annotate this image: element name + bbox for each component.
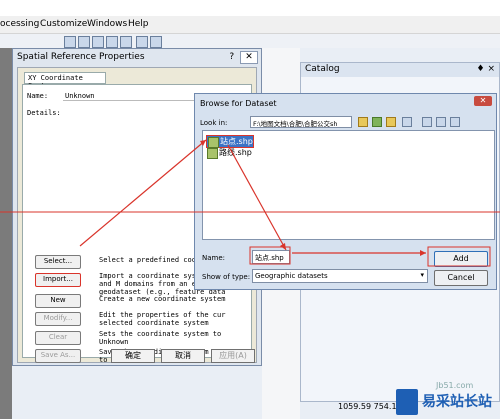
name-field[interactable]: 站点.shp bbox=[252, 250, 290, 264]
new-folder-icon[interactable] bbox=[422, 117, 432, 127]
watermark-url: Jb51.com bbox=[436, 381, 474, 390]
left-panel-edge bbox=[0, 48, 12, 419]
menu-customize[interactable]: Customize bbox=[40, 19, 87, 29]
view-list-icon[interactable] bbox=[402, 117, 412, 127]
catalog-pin-icon[interactable]: ♦ × bbox=[477, 64, 495, 74]
file-name: 路线.shp bbox=[219, 148, 252, 157]
toolbar-icon[interactable] bbox=[150, 36, 162, 48]
name-label: Name: bbox=[27, 92, 49, 100]
add-button[interactable]: Add bbox=[434, 251, 488, 267]
up-folder-icon[interactable] bbox=[358, 117, 368, 127]
connect-folder-icon[interactable] bbox=[386, 117, 396, 127]
toolbar-icon[interactable] bbox=[106, 36, 118, 48]
toolbar-icon[interactable] bbox=[120, 36, 132, 48]
cancel-button[interactable]: 取消 bbox=[161, 349, 205, 363]
show-type-label: Show of type: bbox=[202, 273, 251, 281]
menu-geoprocessing[interactable]: ocessing bbox=[0, 19, 39, 29]
file-name: 站点.shp bbox=[220, 137, 253, 146]
catalog-icon[interactable] bbox=[436, 117, 446, 127]
details-label: Details: bbox=[27, 109, 61, 117]
cancel-button[interactable]: Cancel bbox=[434, 270, 488, 286]
show-type-select[interactable]: Geographic datasets ▾ bbox=[252, 269, 428, 283]
save-as-button[interactable]: Save As... bbox=[35, 349, 81, 363]
select-button[interactable]: Select... bbox=[35, 255, 81, 269]
menu-help[interactable]: Help bbox=[128, 19, 149, 29]
menu-windows[interactable]: Windows bbox=[87, 19, 127, 29]
toolbar-icon[interactable] bbox=[136, 36, 148, 48]
look-in-label: Look in: bbox=[200, 119, 228, 127]
watermark-logo bbox=[396, 389, 418, 415]
toolbar bbox=[0, 34, 500, 48]
browse-dataset-dialog: Browse for Dataset ✕ Look in: F:\地图文档\合肥… bbox=[194, 93, 497, 290]
title-buttons: ? ✕ bbox=[229, 51, 258, 64]
browse-title: Browse for Dataset bbox=[200, 99, 277, 108]
window-top-strip bbox=[0, 0, 500, 16]
ok-button[interactable]: 确定 bbox=[111, 349, 155, 363]
toolbar-icon[interactable] bbox=[64, 36, 76, 48]
clear-button[interactable]: Clear bbox=[35, 331, 81, 345]
modify-button[interactable]: Modify... bbox=[35, 312, 81, 326]
catalog-header: Catalog ♦ × bbox=[301, 63, 499, 77]
tab-xy-coordinate-system[interactable]: XY Coordinate System bbox=[24, 72, 106, 90]
new-description: Create a new coordinate system bbox=[99, 295, 226, 303]
clear-description: Sets the coordinate system to Unknown bbox=[99, 330, 222, 346]
show-type-value: Geographic datasets bbox=[255, 272, 328, 280]
shapefile-icon bbox=[207, 148, 218, 159]
watermark: 易采站长站 Jb51.com bbox=[396, 381, 500, 419]
close-icon[interactable]: ✕ bbox=[240, 51, 258, 64]
options-icon[interactable] bbox=[450, 117, 460, 127]
close-icon[interactable]: ✕ bbox=[474, 96, 492, 106]
toolbar-icon[interactable] bbox=[92, 36, 104, 48]
toolbar-icon[interactable] bbox=[78, 36, 90, 48]
chevron-down-icon[interactable]: ▾ bbox=[420, 271, 424, 279]
look-in-combo[interactable]: F:\地图文档\合肥\合肥公交sh bbox=[250, 116, 352, 128]
name-label: Name: bbox=[202, 254, 226, 262]
import-button[interactable]: Import... bbox=[35, 273, 81, 287]
modify-description: Edit the properties of the cur selected … bbox=[99, 311, 226, 327]
apply-button[interactable]: 应用(A) bbox=[211, 349, 255, 363]
new-button[interactable]: New bbox=[35, 294, 81, 308]
file-list[interactable]: 站点.shp 路线.shp bbox=[202, 130, 495, 240]
help-icon[interactable]: ? bbox=[229, 52, 234, 62]
list-item[interactable]: 路线.shp bbox=[206, 147, 252, 159]
home-icon[interactable] bbox=[372, 117, 382, 127]
catalog-title: Catalog bbox=[305, 64, 340, 74]
dialog-title: Spatial Reference Properties bbox=[17, 52, 145, 62]
watermark-text: 易采站长站 bbox=[422, 394, 492, 410]
status-coordinates: 1059.59 754.1 bbox=[338, 402, 397, 411]
menu-bar: ocessing Customize Windows Help bbox=[0, 16, 500, 34]
